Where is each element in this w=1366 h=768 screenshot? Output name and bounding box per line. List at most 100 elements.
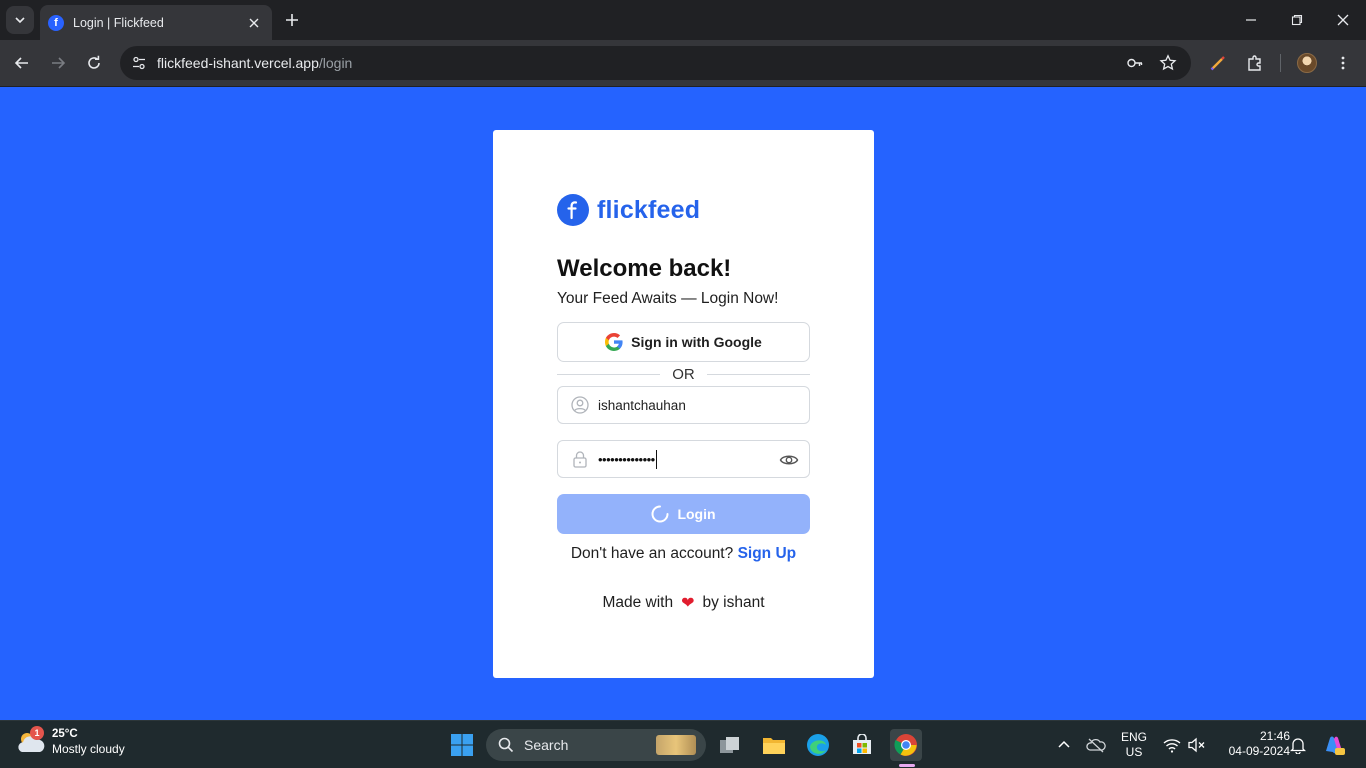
task-view-button[interactable] [714, 729, 746, 761]
reload-button[interactable] [82, 51, 106, 75]
footer-credit: Made with ❤ by ishant [493, 593, 874, 613]
divider-line [706, 373, 810, 375]
tab-favicon: f [48, 14, 64, 31]
windows-logo-icon [451, 734, 473, 756]
tab-title: Login | Flickfeed [73, 15, 164, 30]
puzzle-icon [1248, 55, 1261, 71]
star-icon [1159, 54, 1177, 71]
chrome-icon [894, 734, 917, 756]
tune-icon [133, 56, 145, 70]
username-field[interactable] [557, 386, 810, 424]
new-tab-button[interactable] [280, 8, 304, 32]
edge-button[interactable] [802, 729, 834, 761]
tab-close-button[interactable] [246, 15, 262, 31]
task-view-icon [720, 737, 739, 753]
browser-tab[interactable]: f Login | Flickfeed [40, 5, 272, 40]
onedrive-button[interactable] [1080, 729, 1112, 761]
clock-time: 21:46 [1259, 729, 1290, 743]
restore-button[interactable] [1285, 8, 1309, 32]
minimize-button[interactable] [1239, 8, 1263, 32]
login-button-label: Login [677, 506, 716, 522]
close-window-button[interactable] [1331, 8, 1355, 32]
bell-icon [1290, 738, 1306, 754]
user-icon [570, 395, 590, 415]
taskbar-search[interactable]: Search [486, 729, 706, 761]
password-mask: •••••••••••••• [598, 451, 655, 467]
pen-icon [1210, 56, 1225, 71]
store-icon [853, 734, 871, 754]
weather-description: Mostly cloudy [52, 742, 125, 756]
profile-button[interactable] [1295, 51, 1319, 75]
microsoft-store-button[interactable] [846, 729, 878, 761]
reload-icon [88, 55, 100, 69]
taskbar: 1 25°C Mostly cloudy Search ENG US 21:46… [0, 720, 1366, 768]
avatar [1297, 53, 1317, 73]
footer-prefix: Made with [602, 594, 674, 611]
show-hidden-icons-button[interactable] [1048, 729, 1080, 761]
brand-name: flickfeed [597, 195, 701, 224]
folder-icon [763, 738, 785, 754]
divider-line [557, 373, 661, 375]
minimize-icon [1246, 19, 1256, 21]
wifi-icon [1163, 739, 1181, 753]
extension-pen-button[interactable] [1206, 51, 1230, 75]
region-code: US [1125, 745, 1143, 759]
taskbar-search-label: Search [524, 737, 569, 753]
weather-widget[interactable]: 1 25°C Mostly cloudy [16, 726, 125, 757]
bookmark-button[interactable] [1157, 52, 1179, 74]
clock[interactable]: 21:46 04-09-2024 [1214, 729, 1290, 759]
url-text: flickfeed-ishant.vercel.app/login [157, 55, 353, 71]
volume-button[interactable] [1180, 729, 1212, 761]
password-manager-button[interactable] [1124, 52, 1146, 74]
chrome-button[interactable] [890, 729, 922, 761]
start-button[interactable] [446, 729, 478, 761]
google-signin-label: Sign in with Google [631, 334, 762, 350]
browser-menu-button[interactable] [1331, 51, 1355, 75]
file-explorer-button[interactable] [758, 729, 790, 761]
password-input[interactable]: •••••••••••••• [598, 449, 657, 469]
input-language-button[interactable]: ENG US [1118, 730, 1150, 760]
forward-button[interactable] [46, 51, 70, 75]
address-bar[interactable]: flickfeed-ishant.vercel.app/login [120, 46, 1191, 80]
restore-icon [1291, 14, 1303, 26]
weather-notification-badge: 1 [30, 726, 44, 740]
signup-link[interactable]: Sign Up [738, 545, 797, 562]
password-field[interactable]: •••••••••••••• [557, 440, 810, 478]
login-card: flickfeed Welcome back! Your Feed Awaits… [493, 130, 874, 678]
chevron-up-icon [1058, 740, 1070, 748]
extensions-button[interactable] [1243, 51, 1267, 75]
key-icon [1127, 58, 1143, 68]
heart-icon: ❤ [681, 595, 695, 612]
login-page: flickfeed Welcome back! Your Feed Awaits… [0, 87, 1366, 720]
copilot-icon [1326, 736, 1345, 755]
browser-toolbar: flickfeed-ishant.vercel.app/login [0, 40, 1366, 86]
signup-prompt: Don't have an account? Sign Up [493, 545, 874, 563]
arrow-right-icon [52, 57, 66, 69]
plus-icon [286, 14, 298, 26]
language-code: ENG [1120, 730, 1147, 744]
notifications-button[interactable] [1282, 729, 1314, 761]
login-button[interactable]: Login [557, 494, 810, 534]
chevron-down-icon [15, 17, 25, 24]
google-icon [605, 333, 623, 351]
browser-tab-bar: f Login | Flickfeed [0, 0, 1366, 40]
site-info-button[interactable] [128, 52, 150, 74]
or-divider: OR [557, 366, 810, 383]
back-button[interactable] [10, 51, 34, 75]
brand: flickfeed [557, 194, 700, 226]
copilot-button[interactable] [1318, 729, 1350, 761]
cloud-offline-icon [1086, 738, 1106, 753]
text-caret [655, 449, 657, 469]
edge-icon [807, 734, 829, 756]
signup-prompt-text: Don't have an account? [570, 545, 734, 562]
letter-f-icon [567, 201, 578, 220]
search-icon [498, 737, 514, 753]
username-input[interactable] [598, 397, 768, 413]
google-signin-button[interactable]: Sign in with Google [557, 322, 810, 362]
more-vertical-icon [1341, 56, 1345, 70]
weather-text: 25°C Mostly cloudy [52, 727, 125, 757]
toggle-password-visibility-button[interactable] [779, 450, 799, 470]
arrow-left-icon [14, 57, 28, 69]
clock-date: 04-09-2024 [1228, 744, 1290, 758]
tab-search-button[interactable] [6, 6, 34, 34]
